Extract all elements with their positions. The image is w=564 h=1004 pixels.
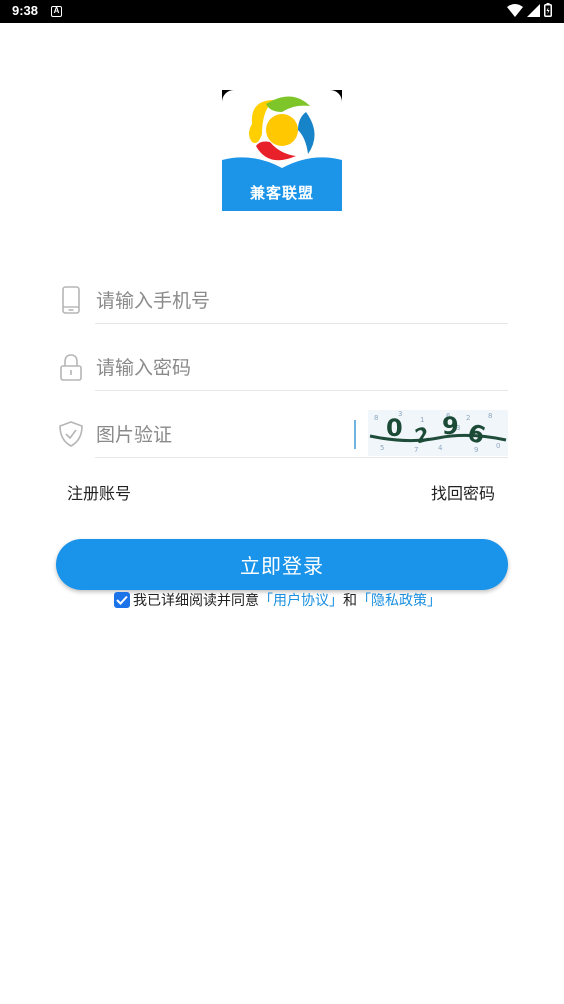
shield-icon bbox=[58, 419, 84, 449]
user-agreement-link[interactable]: 「用户协议」 bbox=[259, 590, 343, 610]
svg-text:0: 0 bbox=[386, 414, 403, 442]
svg-text:5: 5 bbox=[380, 444, 384, 452]
phone-icon bbox=[58, 285, 84, 315]
svg-text:2: 2 bbox=[466, 414, 470, 422]
phone-input[interactable] bbox=[96, 279, 496, 323]
wifi-icon bbox=[507, 2, 523, 21]
svg-text:8: 8 bbox=[374, 414, 378, 422]
check-icon bbox=[116, 595, 128, 605]
svg-text:4: 4 bbox=[438, 444, 443, 452]
svg-text:2: 2 bbox=[412, 422, 432, 449]
svg-text:9: 9 bbox=[442, 412, 459, 440]
svg-text:0: 0 bbox=[496, 442, 500, 450]
lock-icon bbox=[58, 352, 84, 382]
agreement-conjunction: 和 bbox=[343, 593, 357, 609]
status-icons bbox=[507, 2, 552, 21]
agreement-prefix: 我已详细阅读并同意 bbox=[133, 593, 259, 609]
login-button[interactable]: 立即登录 bbox=[56, 539, 508, 590]
captcha-row: 8316 2857 4903 0 2 9 6 bbox=[56, 410, 508, 458]
phone-row bbox=[56, 279, 508, 324]
svg-text:8: 8 bbox=[488, 412, 492, 420]
captcha-image[interactable]: 8316 2857 4903 0 2 9 6 bbox=[368, 410, 508, 456]
status-time: 9:38 bbox=[12, 3, 39, 18]
phone-underline bbox=[95, 323, 508, 324]
captcha-underline bbox=[95, 457, 508, 458]
agreement-checkbox[interactable] bbox=[114, 592, 130, 608]
forgot-password-link[interactable]: 找回密码 bbox=[431, 480, 495, 504]
password-underline bbox=[95, 390, 508, 391]
logo-text: 兼客联盟 bbox=[250, 184, 314, 202]
captcha-input[interactable] bbox=[96, 413, 346, 457]
svg-text:6: 6 bbox=[464, 418, 489, 450]
signal-icon bbox=[527, 2, 540, 21]
app-logo: 兼客联盟 bbox=[222, 90, 342, 211]
battery-icon bbox=[544, 2, 552, 21]
notification-a-icon: A bbox=[51, 6, 62, 17]
register-link[interactable]: 注册账号 bbox=[67, 480, 131, 504]
password-input[interactable] bbox=[96, 346, 496, 390]
status-bar: 9:38 A bbox=[0, 0, 564, 23]
agreement-row: 我已详细阅读并同意 「用户协议」 和 「隐私政策」 bbox=[114, 590, 441, 610]
captcha-divider bbox=[354, 420, 356, 449]
password-row bbox=[56, 346, 508, 391]
privacy-policy-link[interactable]: 「隐私政策」 bbox=[357, 590, 441, 610]
